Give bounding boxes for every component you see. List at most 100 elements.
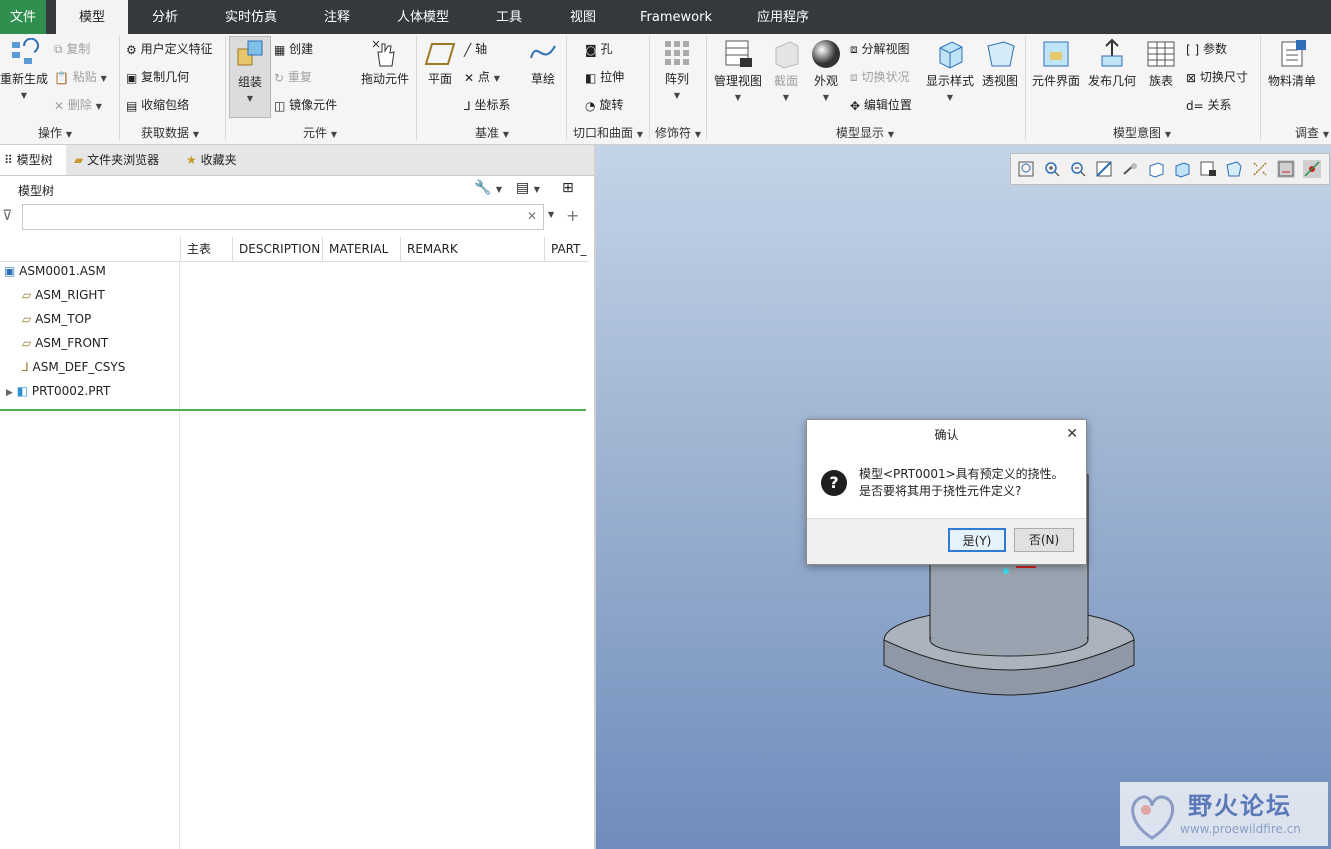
tab-annotate[interactable]: 注释: [312, 0, 362, 34]
tab-human-model[interactable]: 人体模型: [386, 0, 460, 34]
plane-button[interactable]: 平面: [422, 38, 458, 87]
revolve-button[interactable]: ◔ 旋转: [585, 96, 623, 113]
pattern-button[interactable]: 阵列 ▼: [656, 38, 698, 101]
csys-button[interactable]: ⅃ 坐标系: [464, 96, 511, 113]
tab-folder-browser[interactable]: ▰ 文件夹浏览器: [74, 145, 180, 175]
column-main[interactable]: 主表: [180, 237, 232, 261]
separator: [119, 36, 120, 140]
group-label-datum[interactable]: 基准 ▼: [462, 124, 522, 141]
point-button[interactable]: ✕ 点 ▼: [464, 68, 500, 85]
explode-view-button[interactable]: ⧈ 分解视图: [850, 40, 909, 57]
display-style-button[interactable]: 显示样式 ▼: [924, 38, 976, 103]
section-button[interactable]: 截面 ▼: [768, 38, 804, 103]
group-label-model-display[interactable]: 模型显示 ▼: [820, 124, 910, 141]
udf-button[interactable]: ⚙ 用户定义特征: [126, 40, 213, 57]
parameters-icon: [ ]: [1186, 42, 1200, 57]
publish-geometry-button[interactable]: 发布几何: [1086, 38, 1138, 89]
switch-dimensions-icon: ⊠: [1186, 70, 1197, 85]
paste-button[interactable]: 📋 粘贴 ▼: [54, 68, 107, 85]
insert-here-line[interactable]: [0, 409, 586, 411]
ribbon: 重新生成 ▼ ⧉ 复制 📋 粘贴 ▼ ✕ 删除 ▼ 操作 ▼ ⚙ 用户定义特征 …: [0, 34, 1331, 145]
datum-display-icon[interactable]: [1251, 160, 1269, 178]
filter-icon: ⊽: [2, 208, 13, 224]
tree-item-datum-plane[interactable]: ▱ ASM_TOP: [22, 308, 91, 330]
tab-model[interactable]: 模型: [56, 0, 128, 35]
group-label-component[interactable]: 元件 ▼: [290, 124, 350, 141]
annotation-display-icon[interactable]: [1277, 160, 1295, 178]
group-label-model-intent[interactable]: 模型意图 ▼: [1100, 124, 1184, 141]
group-label-cut-surface[interactable]: 切口和曲面 ▼: [570, 124, 646, 141]
tab-applications[interactable]: 应用程序: [744, 0, 822, 34]
refit-icon[interactable]: [1017, 160, 1035, 178]
spin-center-icon[interactable]: [1121, 160, 1139, 178]
appearance-button[interactable]: 外观 ▼: [808, 38, 844, 103]
hole-button[interactable]: ◙ 孔: [585, 40, 613, 57]
extrude-button[interactable]: ◧ 拉伸: [585, 68, 624, 85]
group-label-modifier[interactable]: 修饰符 ▼: [652, 124, 704, 141]
toggle-status-button[interactable]: ⧈ 切换状况: [850, 68, 909, 85]
confirm-dialog: 确认 ✕ ? 模型<PRT0001>具有预定义的挠性。 是否要将其用于挠性元件定…: [806, 419, 1087, 565]
zoom-in-icon[interactable]: [1043, 160, 1061, 178]
parameters-button[interactable]: [ ] 参数: [1186, 40, 1227, 57]
close-icon[interactable]: ✕: [1066, 426, 1078, 442]
column-description[interactable]: DESCRIPTION: [232, 237, 322, 261]
perspective-view-icon[interactable]: [1225, 160, 1243, 178]
manage-views-button[interactable]: 管理视图 ▼: [712, 38, 764, 103]
assemble-button[interactable]: 组装 ▼: [229, 36, 271, 118]
tab-simulation[interactable]: 实时仿真: [214, 0, 288, 34]
copy-geometry-button[interactable]: ▣ 复制几何: [126, 68, 189, 85]
display-style-icon[interactable]: [1147, 160, 1165, 178]
repeat-button[interactable]: ↻ 重复: [274, 68, 312, 85]
expand-arrow-icon[interactable]: ▶: [6, 388, 13, 398]
tree-settings-icon[interactable]: 🔧 ▼: [474, 180, 502, 196]
search-dropdown-icon[interactable]: ▼: [548, 210, 554, 219]
no-button[interactable]: 否(N): [1014, 528, 1074, 552]
separator: [566, 36, 567, 140]
zoom-out-icon[interactable]: [1069, 160, 1087, 178]
tab-favorites[interactable]: ★ 收藏夹: [186, 145, 266, 175]
search-input[interactable]: ✕: [22, 204, 544, 230]
spin-center-toggle-icon[interactable]: [1303, 160, 1321, 178]
copy-button[interactable]: ⧉ 复制: [54, 40, 90, 57]
group-label-get-data[interactable]: 获取数据 ▼: [130, 124, 210, 141]
family-table-button[interactable]: 族表: [1142, 38, 1180, 89]
group-label-investigate[interactable]: 调查 ▼: [1290, 124, 1331, 141]
perspective-button[interactable]: 透视图: [980, 38, 1020, 89]
tree-item-datum-plane[interactable]: ▱ ASM_FRONT: [22, 332, 108, 354]
regenerate-button[interactable]: 重新生成 ▼: [0, 38, 48, 101]
create-component-button[interactable]: ▦ 创建: [274, 40, 313, 57]
tab-model-tree[interactable]: ⠿ 模型树: [0, 145, 66, 175]
shrinkwrap-button[interactable]: ▤ 收缩包络: [126, 96, 189, 113]
edit-position-button[interactable]: ✥ 编辑位置: [850, 96, 912, 113]
saved-views-icon[interactable]: [1173, 160, 1191, 178]
component-interface-button[interactable]: 元件界面: [1030, 38, 1082, 89]
relations-button[interactable]: d= 关系: [1186, 96, 1232, 113]
tree-item-assembly[interactable]: ▣ ASM0001.ASM: [4, 260, 106, 282]
column-remark[interactable]: REMARK: [400, 237, 544, 261]
tree-item-datum-plane[interactable]: ▱ ASM_RIGHT: [22, 284, 105, 306]
tab-tools[interactable]: 工具: [484, 0, 534, 34]
column-part[interactable]: PART_: [544, 237, 588, 261]
repaint-icon[interactable]: [1095, 160, 1113, 178]
switch-dimensions-button[interactable]: ⊠ 切换尺寸: [1186, 68, 1248, 85]
tab-view[interactable]: 视图: [558, 0, 608, 34]
tree-item-part[interactable]: ▶ ◧ PRT0002.PRT: [6, 380, 110, 402]
sketch-button[interactable]: 草绘: [528, 38, 558, 87]
tree-item-csys[interactable]: ⅃ ASM_DEF_CSYS: [22, 356, 125, 378]
tree-show-icon[interactable]: ▤ ▼: [516, 180, 540, 196]
tree-filter-columns-icon[interactable]: ⊞: [562, 180, 574, 196]
tab-analysis[interactable]: 分析: [140, 0, 190, 34]
drag-component-button[interactable]: 拖动元件: [356, 38, 414, 87]
add-icon[interactable]: +: [566, 206, 579, 225]
view-manager-icon[interactable]: [1199, 160, 1217, 178]
column-material[interactable]: MATERIAL: [322, 237, 400, 261]
axis-button[interactable]: ╱ 轴: [464, 40, 487, 57]
clear-icon[interactable]: ✕: [527, 209, 537, 223]
group-label-operations[interactable]: 操作 ▼: [20, 124, 90, 141]
tab-framework[interactable]: Framework: [632, 0, 720, 34]
delete-button[interactable]: ✕ 删除 ▼: [54, 96, 102, 113]
bom-button[interactable]: 物料清单: [1264, 38, 1320, 89]
yes-button[interactable]: 是(Y): [948, 528, 1006, 552]
mirror-component-button[interactable]: ◫ 镜像元件: [274, 96, 337, 113]
tab-file[interactable]: 文件: [0, 0, 46, 34]
